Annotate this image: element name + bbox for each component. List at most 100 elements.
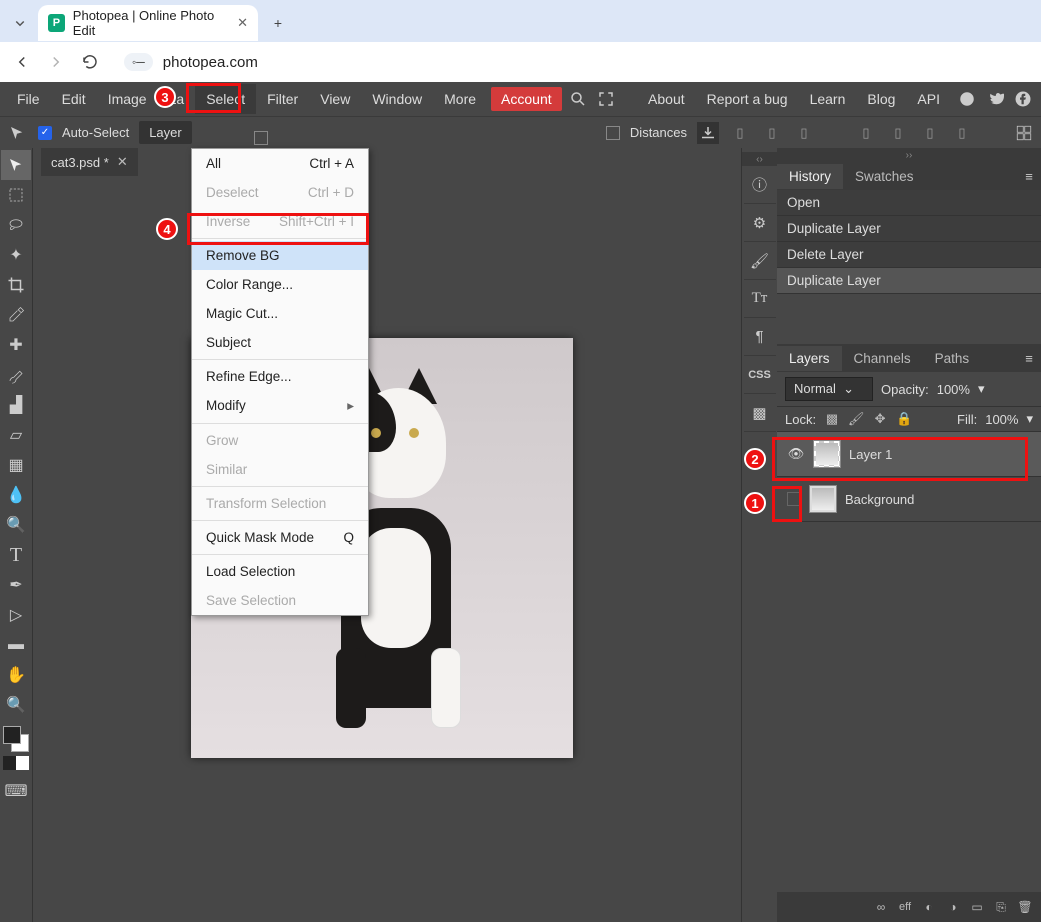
dd-load-sel[interactable]: Load Selection [192,557,368,586]
tab-channels[interactable]: Channels [842,346,923,371]
menu-edit[interactable]: Edit [51,84,97,114]
twitter-icon[interactable] [983,87,1007,111]
zoom-tool[interactable]: 🔍 [1,690,31,720]
dd-subject[interactable]: Subject [192,328,368,357]
url-text[interactable]: photopea.com [163,54,258,71]
tab-paths[interactable]: Paths [923,346,982,371]
gradient-tool[interactable]: ▦ [1,450,31,480]
pen-tool[interactable]: ✒ [1,570,31,600]
facebook-icon[interactable] [1011,87,1035,111]
lock-move-icon[interactable]: ✥ [872,411,888,427]
back-button[interactable] [12,52,32,72]
marquee-tool[interactable] [1,180,31,210]
image-icon[interactable]: ▩ [744,394,776,432]
blend-mode-dropdown[interactable]: Normal ⌄ [785,377,873,401]
dd-grow[interactable]: Grow [192,426,368,455]
panel-collapse-icon[interactable]: ›› [777,148,1041,162]
move-tool[interactable] [1,150,31,180]
dd-remove-bg[interactable]: Remove BG [192,241,368,270]
distances-checkbox[interactable] [606,126,620,140]
forward-button[interactable] [46,52,66,72]
dd-all[interactable]: AllCtrl + A [192,149,368,178]
browser-tab[interactable]: P Photopea | Online Photo Edit ✕ [38,5,258,41]
layer-thumb[interactable] [809,485,837,513]
align-left-icon[interactable]: ▯ [729,122,751,144]
close-document-icon[interactable]: ✕ [117,154,128,170]
history-item[interactable]: Duplicate Layer [777,216,1041,242]
crop-tool[interactable] [1,270,31,300]
paragraph-icon[interactable]: ¶ [744,318,776,356]
tab-list-chevron-icon[interactable] [8,11,32,35]
menu-account[interactable]: Account [491,87,562,111]
link-learn[interactable]: Learn [799,84,857,114]
distribute-icon[interactable]: ▯ [919,122,941,144]
adjustment-icon[interactable]: ◑ [945,899,961,915]
download-icon[interactable] [697,122,719,144]
tab-swatches[interactable]: Swatches [843,164,926,189]
menu-more[interactable]: More [433,84,487,114]
quick-mask-icon[interactable] [3,756,29,770]
lock-trans-icon[interactable]: ▩ [824,411,840,427]
eyedropper-tool[interactable] [1,300,31,330]
grid-icon[interactable] [1013,122,1035,144]
history-item[interactable]: Duplicate Layer [777,268,1041,294]
menu-file[interactable]: File [6,84,51,114]
dd-magic-cut[interactable]: Magic Cut... [192,299,368,328]
fx-icon[interactable]: eff [897,899,913,915]
menu-view[interactable]: View [309,84,361,114]
tr-controls-checkbox[interactable] [254,131,268,145]
distribute-icon[interactable]: ▯ [855,122,877,144]
trash-icon[interactable]: 🗑 [1017,899,1033,915]
dd-similar[interactable]: Similar [192,455,368,484]
reload-button[interactable] [80,52,100,72]
eraser-tool[interactable]: ▱ [1,420,31,450]
new-layer-icon[interactable]: ⎘ [993,899,1009,915]
brush-panel-icon[interactable]: 🖌 [744,242,776,280]
document-tab[interactable]: cat3.psd * ✕ [41,148,138,176]
align-right-icon[interactable]: ▯ [793,122,815,144]
healing-tool[interactable]: ✚ [1,330,31,360]
link-about[interactable]: About [637,84,696,114]
hand-tool[interactable]: ✋ [1,660,31,690]
path-tool[interactable]: ▷ [1,600,31,630]
type-tool[interactable]: T [1,540,31,570]
keyboard-icon[interactable]: ⌨ [1,776,31,806]
search-icon[interactable] [566,87,590,111]
dd-deselect[interactable]: DeselectCtrl + D [192,178,368,207]
brush-tool[interactable] [1,360,31,390]
panel-menu-icon[interactable]: ≡ [1017,164,1041,188]
menu-filter[interactable]: Filter [256,84,309,114]
strip-collapse-icon[interactable]: ‹› [742,152,777,166]
dd-modify[interactable]: Modify▸ [192,391,368,421]
character-icon[interactable]: Tᴛ [744,280,776,318]
opacity-value[interactable]: 100% [937,382,970,397]
distribute-icon[interactable]: ▯ [887,122,909,144]
tab-layers[interactable]: Layers [777,346,842,371]
distribute-icon[interactable]: ▯ [951,122,973,144]
history-item[interactable]: Open [777,190,1041,216]
fill-value[interactable]: 100% [985,412,1018,427]
adjustments-icon[interactable]: ⚙ [744,204,776,242]
menu-image[interactable]: Image [97,84,158,114]
wand-tool[interactable]: ✦ [1,240,31,270]
dd-transform-sel[interactable]: Transform Selection [192,489,368,518]
align-center-icon[interactable]: ▯ [761,122,783,144]
link-report[interactable]: Report a bug [696,84,799,114]
panel-menu-icon[interactable]: ≡ [1017,346,1041,370]
dd-save-sel[interactable]: Save Selection [192,586,368,615]
menu-window[interactable]: Window [361,84,433,114]
shape-tool[interactable]: ▬ [1,630,31,660]
fill-arrow-icon[interactable]: ▾ [1026,411,1033,427]
site-info-chip[interactable]: ◦─ [124,53,153,71]
link-layers-icon[interactable]: ∞ [873,899,889,915]
fullscreen-icon[interactable] [594,87,618,111]
tab-history[interactable]: History [777,164,843,189]
dodge-tool[interactable]: 🔍 [1,510,31,540]
new-tab-button[interactable]: + [264,9,292,37]
layer-dropdown[interactable]: Layer [139,121,192,144]
lasso-tool[interactable] [1,210,31,240]
stamp-tool[interactable]: ▟ [1,390,31,420]
dd-quick-mask[interactable]: Quick Mask ModeQ [192,523,368,552]
link-blog[interactable]: Blog [856,84,906,114]
css-icon[interactable]: CSS [744,356,776,394]
